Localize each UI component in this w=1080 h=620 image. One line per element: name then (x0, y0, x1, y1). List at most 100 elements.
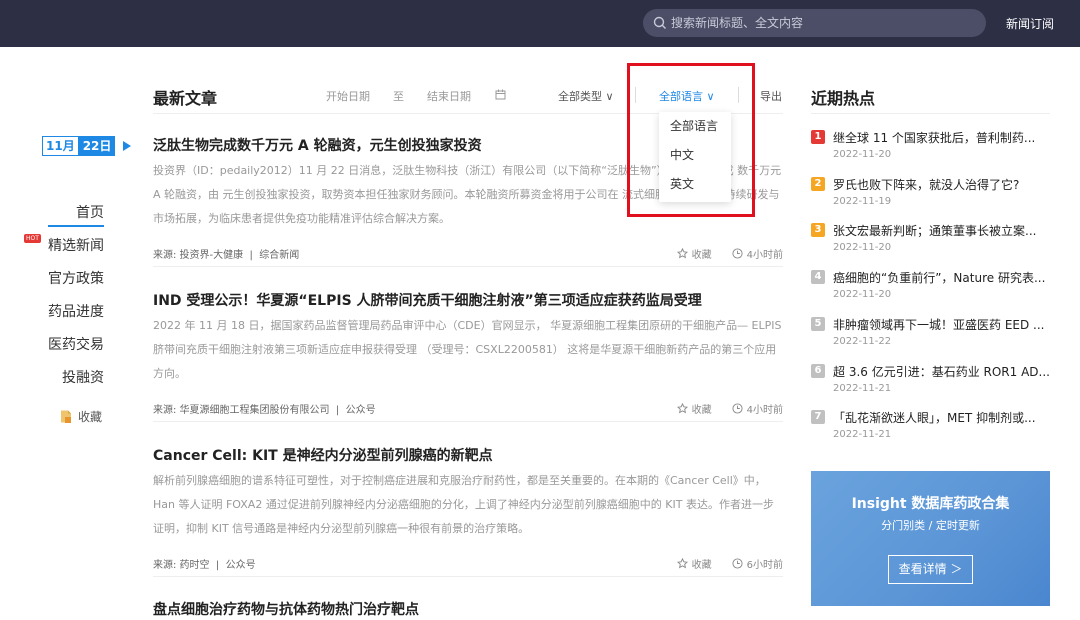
sidebar-item-drug-progress[interactable]: 药品进度 (48, 299, 104, 332)
chevron-down-icon: ∨ (605, 90, 614, 103)
search-icon (653, 16, 666, 29)
favorite-button[interactable]: 收藏 (692, 556, 712, 571)
clock-icon (732, 403, 743, 414)
star-icon[interactable] (676, 248, 688, 259)
hot-topic-title: 张文宏最新判断；通策董事长被立案... (833, 223, 1037, 238)
sidebar-item-investment[interactable]: 投融资 (48, 365, 104, 398)
hot-topic-item[interactable]: 6 超 3.6 亿元引进：基石药业 ROR1 AD... 2022-11-21 (811, 363, 1050, 394)
divider (811, 113, 1050, 114)
hot-topic-date: 2022-11-20 (833, 289, 892, 300)
star-icon[interactable] (676, 403, 688, 414)
rank-badge: 4 (811, 270, 825, 284)
divider (153, 421, 783, 422)
highlight-annotation (627, 63, 755, 217)
article-time: 4小时前 (746, 250, 783, 261)
star-icon[interactable] (676, 558, 688, 569)
rank-badge: 5 (811, 317, 825, 331)
date-day: 22日 (78, 136, 116, 156)
sidebar-item-policy[interactable]: 官方政策 (48, 266, 104, 299)
favorites-label: 收藏 (78, 410, 103, 424)
hot-topic-title: 非肿瘤领域再下一城！亚盛医药 EED ... (833, 317, 1045, 332)
sidebar-nav: 首页 HOT 精选新闻 官方政策 药品进度 医药交易 投融资 (24, 200, 104, 398)
category-text: 公众号 (345, 405, 376, 416)
hot-topic-date: 2022-11-21 (833, 429, 892, 440)
sidebar-favorites[interactable]: 收藏 (60, 408, 102, 425)
search-box[interactable] (643, 9, 986, 37)
hot-topic-title: 继全球 11 个国家获批后，普利制药... (833, 130, 1036, 145)
hot-topic-item[interactable]: 1 继全球 11 个国家获批后，普利制药... 2022-11-20 (811, 129, 1050, 160)
article-time: 6小时前 (746, 560, 783, 571)
article-title[interactable]: Cancer Cell: KIT 是神经内分泌型前列腺癌的新靶点 (153, 447, 783, 465)
hot-topic-title: 癌细胞的“负重前行”，Nature 研究表... (833, 270, 1046, 285)
hot-topic-title: 罗氏也败下阵来，就没人治得了它? (833, 177, 1020, 192)
clock-icon (732, 248, 743, 259)
hot-topic-item[interactable]: 4 癌细胞的“负重前行”，Nature 研究表... 2022-11-20 (811, 269, 1050, 300)
rank-badge: 7 (811, 410, 825, 424)
sidebar-item-home[interactable]: 首页 (48, 200, 104, 227)
view-details-button[interactable]: 查看详情 ＞ (888, 555, 973, 584)
hot-topic-item[interactable]: 2 罗氏也败下阵来，就没人治得了它? 2022-11-19 (811, 176, 1050, 207)
hot-topic-date: 2022-11-19 (833, 196, 892, 207)
category-text: 综合新闻 (259, 250, 300, 261)
favorite-button[interactable]: 收藏 (692, 401, 712, 416)
calendar-icon[interactable] (495, 89, 506, 100)
export-button[interactable]: 导出 (760, 88, 782, 104)
article-source: 来源: 药时空 | 公众号 (153, 560, 256, 571)
article-item: Cancer Cell: KIT 是神经内分泌型前列腺癌的新靶点 解析前列腺癌细… (153, 447, 783, 573)
promo-banner[interactable]: Insight 数据库药政合集 分门别类 / 定时更新 查看详情 ＞ (811, 471, 1050, 606)
category-text: 公众号 (225, 560, 256, 571)
article-item: 盘点细胞治疗药物与抗体药物热门治疗靶点 (153, 601, 783, 619)
article-meta: 来源: 药时空 | 公众号 收藏 6小时前 (153, 553, 783, 573)
rank-badge: 6 (811, 364, 825, 378)
hot-topic-date: 2022-11-20 (833, 242, 892, 253)
hot-topic-item[interactable]: 7 「乱花渐欲迷人眼」，MET 抑制剂或... 2022-11-21 (811, 409, 1050, 440)
article-title[interactable]: 盘点细胞治疗药物与抗体药物热门治疗靶点 (153, 601, 783, 619)
hot-topic-item[interactable]: 5 非肿瘤领域再下一城！亚盛医药 EED ... 2022-11-22 (811, 316, 1050, 347)
article-actions: 收藏 4小时前 (676, 401, 783, 416)
sidebar-item-featured[interactable]: HOT 精选新闻 (24, 233, 104, 266)
article-title[interactable]: IND 受理公示！华夏源“ELPIS 人脐带间充质干细胞注射液”第三项适应症获药… (153, 292, 783, 310)
article-meta: 来源: 华夏源细胞工程集团股份有限公司 | 公众号 收藏 4小时前 (153, 398, 783, 418)
article-time: 4小时前 (746, 405, 783, 416)
page-title: 最新文章 (153, 89, 218, 108)
clock-icon (732, 558, 743, 569)
sidebar-item-pharma-deals[interactable]: 医药交易 (48, 332, 104, 365)
hot-badge: HOT (24, 234, 41, 243)
hot-topics-title: 近期热点 (811, 89, 876, 108)
hot-topic-item[interactable]: 3 张文宏最新判断；通策董事长被立案... 2022-11-20 (811, 222, 1050, 253)
article-actions: 收藏 4小时前 (676, 246, 783, 261)
article-summary: 2022 年 11 月 18 日，据国家药品监督管理局药品审评中心（CDE）官网… (153, 319, 782, 380)
date-to-label: 至 (393, 90, 404, 103)
type-filter-label: 全部类型 (558, 90, 602, 103)
source-text: 来源: 药时空 (153, 560, 210, 571)
end-date-input[interactable]: 结束日期 (427, 88, 471, 104)
date-month: 11月 (42, 136, 79, 156)
article-summary: 解析前列腺癌细胞的谱系特征可塑性，对于控制癌症进展和克服治疗耐药性，都是至关重要… (153, 474, 774, 535)
article-source: 来源: 华夏源细胞工程集团股份有限公司 | 公众号 (153, 405, 376, 416)
divider (153, 576, 783, 577)
triangle-right-icon (123, 141, 132, 151)
start-date-input[interactable]: 开始日期 (326, 88, 370, 104)
rank-badge: 2 (811, 177, 825, 191)
favorite-button[interactable]: 收藏 (692, 246, 712, 261)
source-text: 来源: 华夏源细胞工程集团股份有限公司 (153, 405, 330, 416)
sidebar-item-label: 精选新闻 (48, 238, 104, 254)
date-badge: 11月 22日 (42, 136, 132, 156)
banner-subtitle: 分门别类 / 定时更新 (881, 519, 980, 532)
source-text: 来源: 投资界-大健康 (153, 250, 244, 261)
rank-badge: 3 (811, 223, 825, 237)
article-actions: 收藏 6小时前 (676, 556, 783, 571)
hot-topic-date: 2022-11-22 (833, 336, 892, 347)
rank-badge: 1 (811, 130, 825, 144)
news-subscribe-link[interactable]: 新闻订阅 (1006, 15, 1054, 32)
divider (153, 266, 783, 267)
document-icon (61, 410, 71, 423)
hot-topic-title: 超 3.6 亿元引进：基石药业 ROR1 AD... (833, 364, 1050, 379)
banner-title: Insight 数据库药政合集 (851, 496, 1010, 512)
article-source: 来源: 投资界-大健康 | 综合新闻 (153, 250, 300, 261)
top-bar: 新闻订阅 (0, 0, 1080, 47)
article-meta: 来源: 投资界-大健康 | 综合新闻 收藏 4小时前 (153, 243, 783, 263)
article-item: IND 受理公示！华夏源“ELPIS 人脐带间充质干细胞注射液”第三项适应症获药… (153, 292, 783, 418)
search-input[interactable] (671, 16, 971, 30)
type-filter[interactable]: 全部类型 ∨ (558, 88, 614, 104)
